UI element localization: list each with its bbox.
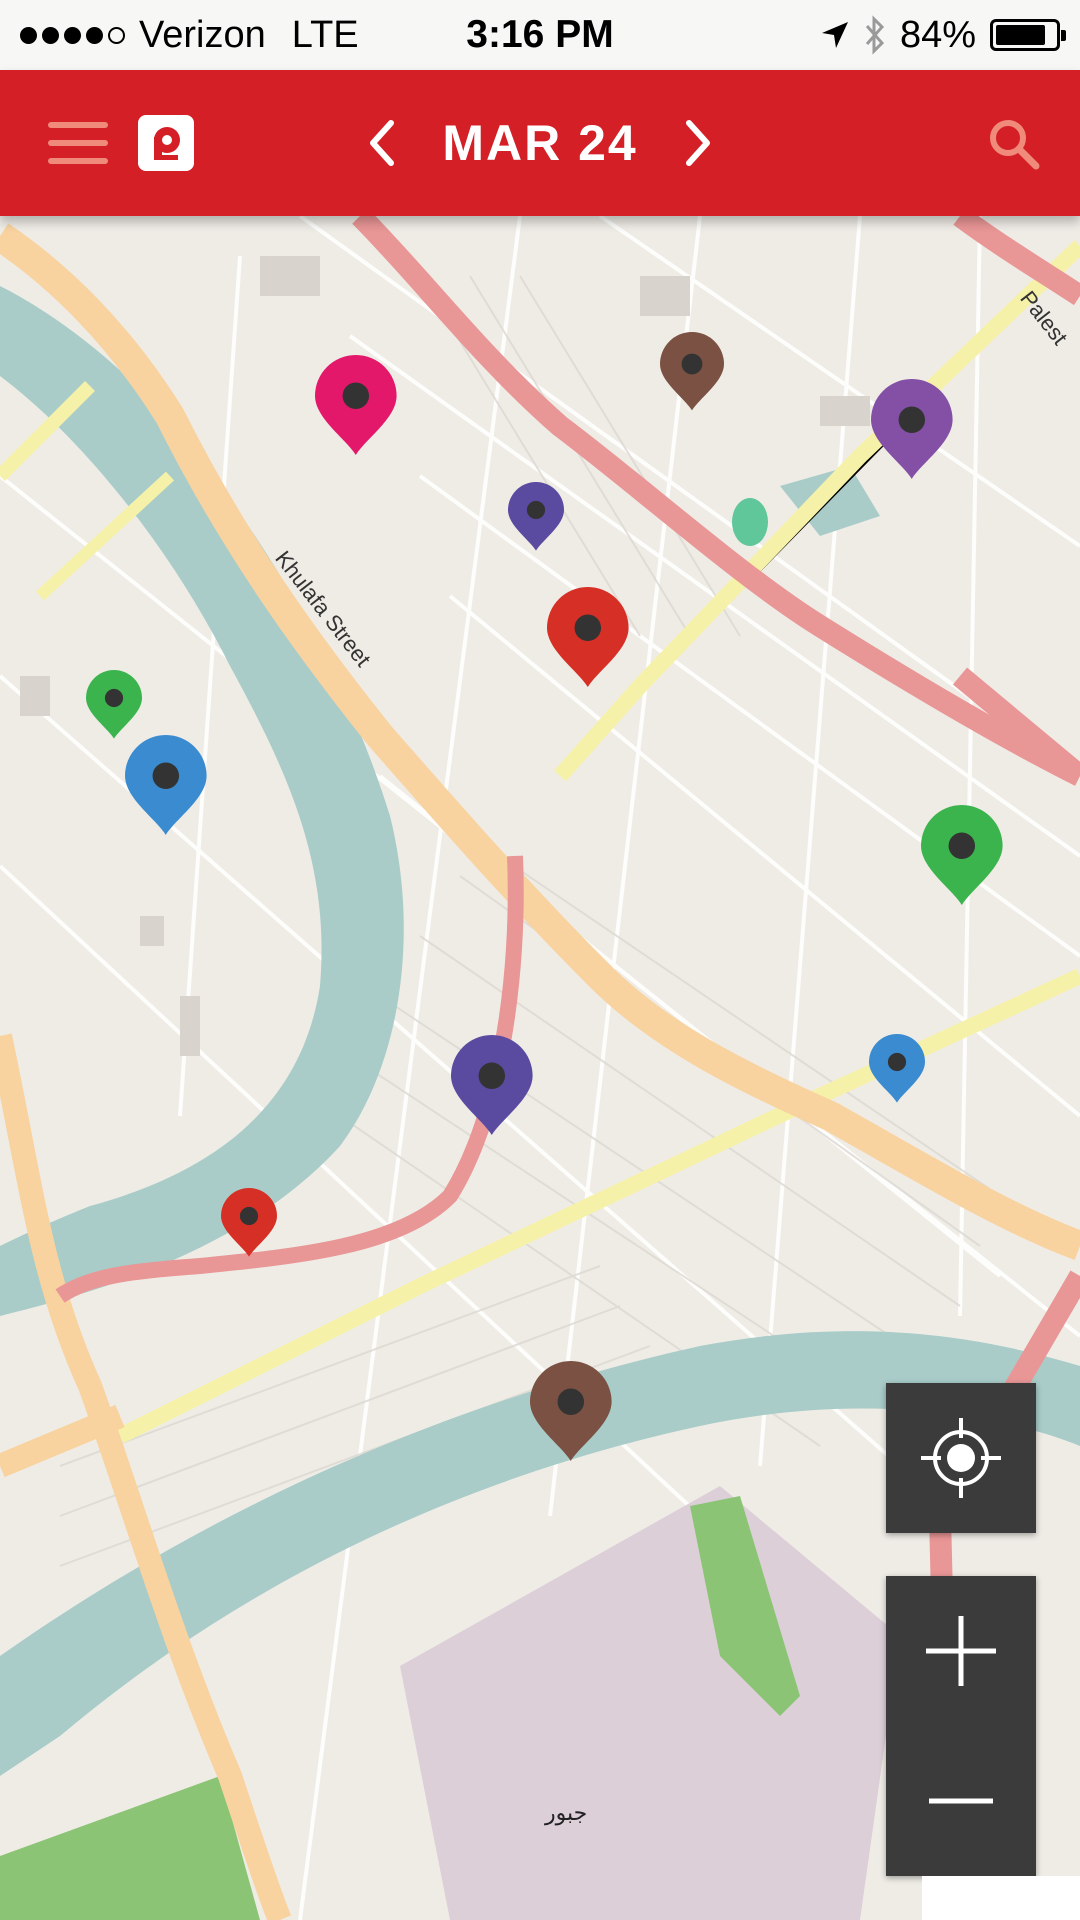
zoom-out-icon: [929, 1798, 993, 1804]
map-pin-icon[interactable]: [508, 482, 564, 557]
place-label: جبور: [545, 1800, 588, 1825]
map-pin-icon[interactable]: [869, 1034, 925, 1109]
map-pin-icon[interactable]: [921, 805, 1003, 912]
map-pin-icon[interactable]: [660, 332, 724, 417]
zoom-out-button[interactable]: [886, 1726, 1036, 1876]
map-view[interactable]: Khulafa Street Palest جبور: [0, 216, 1080, 1920]
map-pin-icon[interactable]: [125, 735, 207, 842]
zoom-in-icon: [926, 1616, 996, 1686]
battery-icon: [990, 19, 1066, 51]
map-pin-icon[interactable]: [547, 587, 629, 694]
search-icon[interactable]: [986, 116, 1042, 172]
battery-percent: 84%: [899, 13, 976, 56]
app-header: MAR 24: [0, 70, 1080, 216]
map-pin-icon[interactable]: [530, 1361, 612, 1468]
current-date[interactable]: MAR 24: [442, 114, 637, 172]
bluetooth-icon: [865, 15, 884, 55]
status-bar-right: 84%: [820, 12, 1066, 58]
zoom-in-button[interactable]: [886, 1576, 1036, 1726]
locate-me-icon: [921, 1418, 1001, 1498]
chevron-right-icon[interactable]: [678, 113, 718, 173]
chevron-left-icon[interactable]: [362, 113, 402, 173]
status-bar: Verizon LTE 3:16 PM 84%: [0, 0, 1080, 70]
location-arrow-icon: [821, 22, 848, 48]
date-navigator: MAR 24: [0, 70, 1080, 216]
locate-me-button[interactable]: [886, 1383, 1036, 1533]
map-pin-icon[interactable]: [451, 1035, 533, 1142]
map-pin-icon[interactable]: [315, 355, 397, 462]
map-pin-icon[interactable]: [871, 379, 953, 486]
map-corner: [922, 1876, 1080, 1920]
map-pin-icon[interactable]: [86, 670, 142, 745]
zoom-controls: [886, 1576, 1036, 1876]
map-pin-icon[interactable]: [221, 1188, 277, 1263]
